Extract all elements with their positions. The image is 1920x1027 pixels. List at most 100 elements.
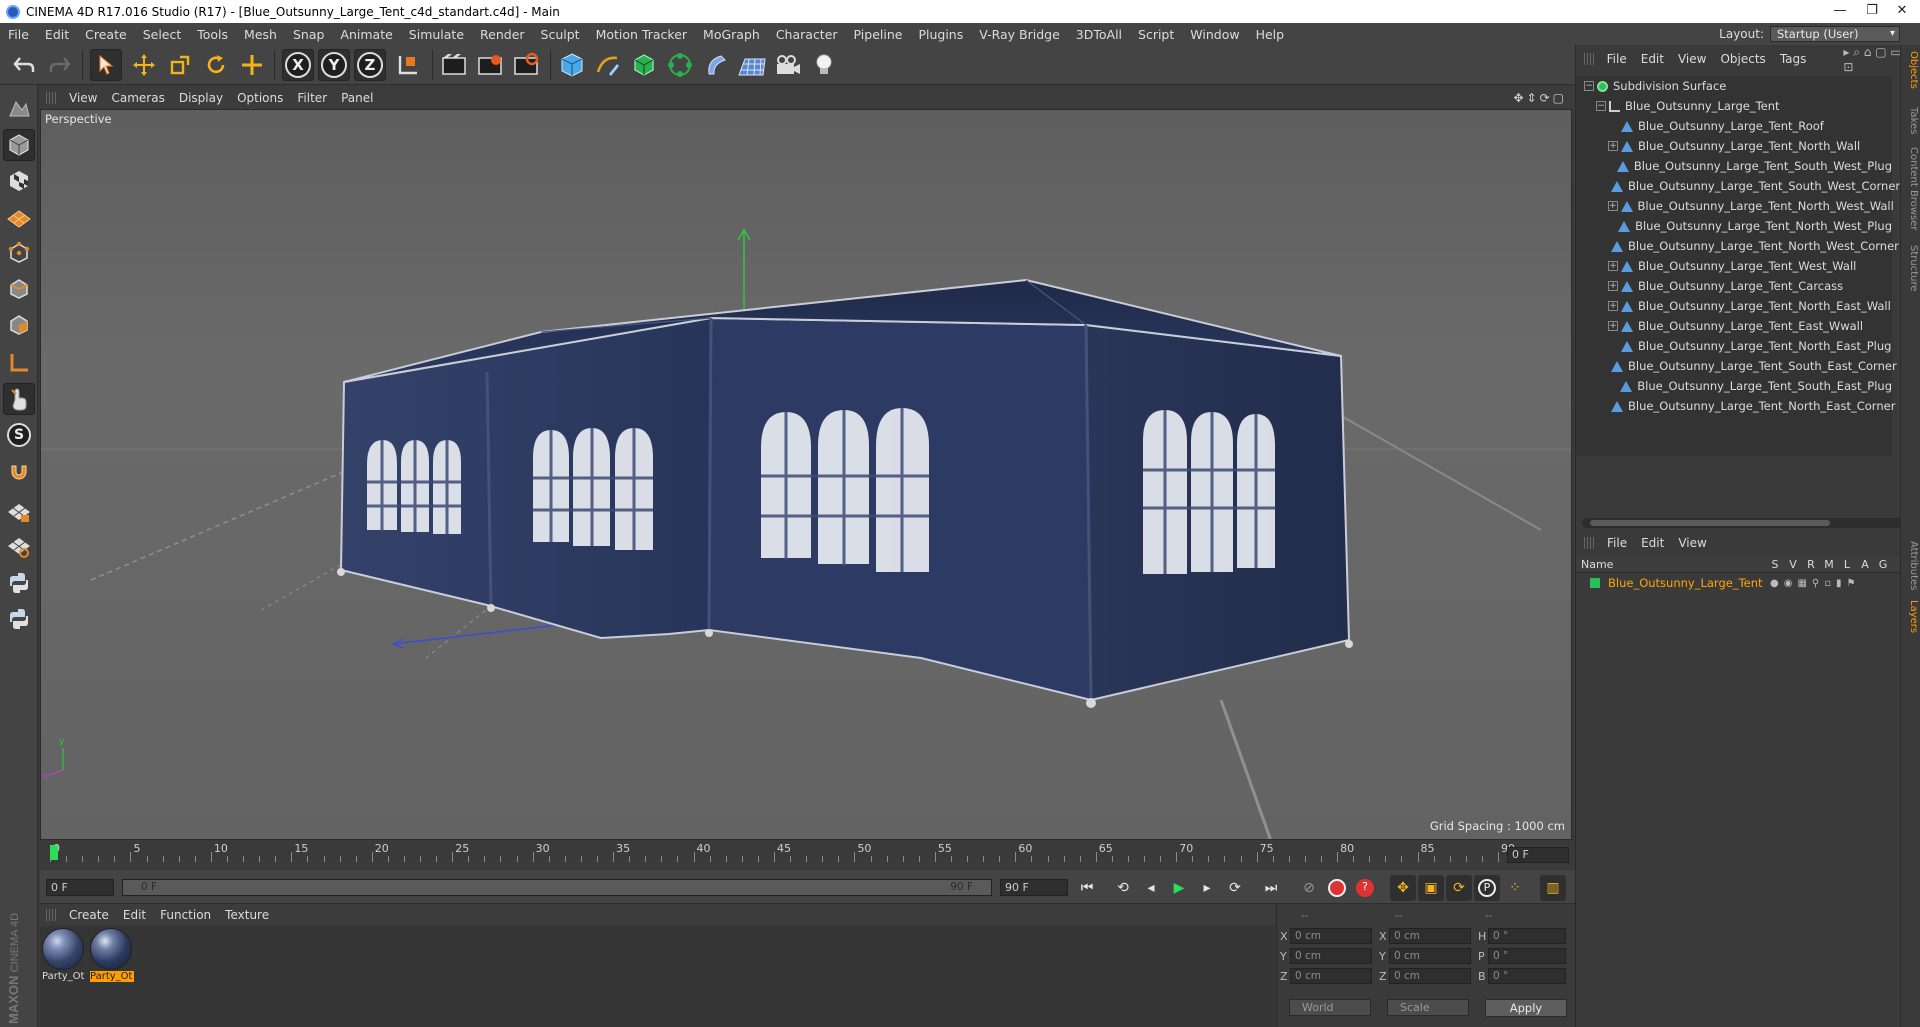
tree-expander-icon[interactable]: + — [1608, 301, 1618, 311]
material-menu-edit[interactable]: Edit — [116, 908, 153, 922]
objects-menu-file[interactable]: File — [1600, 52, 1634, 66]
tree-expander-icon[interactable]: − — [1584, 81, 1594, 91]
tree-expander-icon[interactable]: − — [1596, 101, 1606, 111]
polygons-mode-icon[interactable] — [3, 309, 35, 341]
rotation-p-field[interactable]: 0 ° — [1488, 948, 1566, 964]
snapping-icon[interactable]: S — [3, 419, 35, 451]
make-editable-icon[interactable] — [3, 93, 35, 125]
python-console-icon[interactable] — [3, 603, 35, 635]
object-tree-row[interactable]: + Blue_Outsunny_Large_Tent_North_East_Wal… — [1576, 296, 1913, 316]
menu-script[interactable]: Script — [1130, 27, 1182, 42]
coordinate-mode-select[interactable]: World — [1289, 999, 1371, 1016]
select-arrow-icon[interactable] — [90, 49, 122, 81]
tab-takes[interactable]: Takes — [1903, 107, 1919, 134]
object-tree-row[interactable]: Blue_Outsunny_Large_Tent_North_West_Corn… — [1576, 236, 1913, 256]
object-tree-row[interactable]: − Blue_Outsunny_Large_Tent — [1576, 96, 1913, 116]
key-position-icon[interactable]: ✥ — [1390, 875, 1416, 901]
menu-render[interactable]: Render — [472, 27, 533, 42]
viewport-menu-panel[interactable]: Panel — [334, 91, 380, 105]
viewport-menu-options[interactable]: Options — [230, 91, 290, 105]
viewport-menu-display[interactable]: Display — [172, 91, 230, 105]
object-tree-row[interactable]: + Blue_Outsunny_Large_Tent_East_Wwall — [1576, 316, 1913, 336]
menu-sculpt[interactable]: Sculpt — [533, 27, 588, 42]
menu-window[interactable]: Window — [1182, 27, 1247, 42]
layout-select[interactable]: Startup (User) — [1770, 26, 1900, 42]
menu-pipeline[interactable]: Pipeline — [846, 27, 911, 42]
menu-create[interactable]: Create — [77, 27, 135, 42]
go-to-start-icon[interactable]: ⏮ — [1074, 875, 1100, 901]
planar-workplane-icon[interactable] — [3, 531, 35, 563]
menu-3dtoall[interactable]: 3DToAll — [1068, 27, 1130, 42]
menu-help[interactable]: Help — [1248, 27, 1293, 42]
spline-pen-icon[interactable] — [592, 49, 624, 81]
tab-structure[interactable]: Structure — [1903, 245, 1919, 292]
object-tree-row[interactable]: Blue_Outsunny_Large_Tent_South_East_Plug — [1576, 376, 1913, 396]
axis-z-lock-button[interactable]: Z — [354, 49, 386, 81]
render-view-icon[interactable] — [438, 49, 470, 81]
position-y-field[interactable]: 0 cm — [1290, 948, 1372, 964]
apply-button[interactable]: Apply — [1485, 999, 1567, 1017]
locked-workplane-icon[interactable] — [3, 495, 35, 527]
menu-file[interactable]: File — [0, 27, 37, 42]
tree-expander-icon[interactable]: + — [1608, 321, 1618, 331]
timeline-window-icon[interactable]: ▥ — [1540, 875, 1566, 901]
position-z-field[interactable]: 0 cm — [1290, 968, 1372, 984]
size-x-field[interactable]: 0 cm — [1389, 928, 1471, 944]
menu-motion-tracker[interactable]: Motion Tracker — [588, 27, 695, 42]
menu-animate[interactable]: Animate — [332, 27, 400, 42]
edit-render-settings-icon[interactable] — [510, 49, 542, 81]
frame-range-slider[interactable]: 0 F 90 F — [122, 879, 992, 896]
tab-objects[interactable]: Objects — [1903, 51, 1919, 89]
object-tree-row[interactable]: Blue_Outsunny_Large_Tent_North_West_Plug — [1576, 216, 1913, 236]
menu-mesh[interactable]: Mesh — [236, 27, 285, 42]
material-menu-texture[interactable]: Texture — [218, 908, 276, 922]
object-tree-row[interactable]: + Blue_Outsunny_Large_Tent_Carcass — [1576, 276, 1913, 296]
menu-tools[interactable]: Tools — [189, 27, 236, 42]
previous-key-icon[interactable]: ⟲ — [1110, 875, 1136, 901]
layer-row[interactable]: Blue_Outsunny_Large_Tent ●◉▦⚲▫▮⚑ — [1576, 574, 1900, 592]
key-point-level-icon[interactable]: ⁘ — [1502, 875, 1528, 901]
close-button[interactable]: ✕ — [1882, 0, 1920, 23]
key-rotation-icon[interactable]: ⟳ — [1446, 875, 1472, 901]
object-tree-row[interactable]: − Subdivision Surface — [1576, 76, 1913, 96]
timeline-playhead[interactable] — [50, 845, 58, 860]
layers-menu-edit[interactable]: Edit — [1634, 536, 1671, 550]
previous-frame-icon[interactable]: ◂ — [1138, 875, 1164, 901]
subdivision-surface-icon[interactable] — [628, 49, 660, 81]
texture-mode-icon[interactable] — [3, 165, 35, 197]
camera-icon[interactable] — [772, 49, 804, 81]
tab-attributes[interactable]: Attributes — [1903, 541, 1919, 590]
start-frame-field[interactable]: 0 F — [46, 879, 114, 896]
material-menu-create[interactable]: Create — [62, 908, 116, 922]
object-tree-row[interactable]: Blue_Outsunny_Large_Tent_South_East_Corn… — [1576, 356, 1913, 376]
objects-menu-objects[interactable]: Objects — [1713, 52, 1772, 66]
menu-edit[interactable]: Edit — [37, 27, 77, 42]
deformer-bend-icon[interactable] — [700, 49, 732, 81]
layers-menu-file[interactable]: File — [1600, 536, 1634, 550]
axis-y-lock-button[interactable]: Y — [318, 49, 350, 81]
scale-icon[interactable] — [164, 49, 196, 81]
viewport-nav-icons[interactable]: ✥⇕⟳▢ — [1513, 91, 1567, 105]
size-z-field[interactable]: 0 cm — [1389, 968, 1471, 984]
objects-menu-tags[interactable]: Tags — [1773, 52, 1814, 66]
tab-content-browser[interactable]: Content Browser — [1903, 147, 1919, 230]
object-tree-row[interactable]: + Blue_Outsunny_Large_Tent_North_Wall — [1576, 136, 1913, 156]
key-scale-icon[interactable]: ▣ — [1418, 875, 1444, 901]
model-mode-icon[interactable] — [3, 129, 35, 161]
tree-expander-icon[interactable]: + — [1608, 261, 1618, 271]
current-frame-field[interactable]: 0 F — [1507, 847, 1569, 863]
next-key-icon[interactable]: ⟳ — [1222, 875, 1248, 901]
object-tree-row[interactable]: Blue_Outsunny_Large_Tent_Roof — [1576, 116, 1913, 136]
autokey-icon[interactable]: ? — [1352, 875, 1378, 901]
rotate-icon[interactable] — [200, 49, 232, 81]
timeline-ruler[interactable]: 051015202530354045505560657075808590 0 F — [40, 840, 1575, 870]
tweak-mode-icon[interactable] — [3, 383, 35, 415]
menu-vray-bridge[interactable]: V-Ray Bridge — [971, 27, 1068, 42]
menu-simulate[interactable]: Simulate — [401, 27, 472, 42]
material-swatch-selected[interactable]: Party_Ot — [90, 928, 134, 990]
position-x-field[interactable]: 0 cm — [1290, 928, 1372, 944]
redo-icon[interactable] — [44, 49, 76, 81]
key-parameter-icon[interactable]: P — [1474, 875, 1500, 901]
rotation-h-field[interactable]: 0 ° — [1488, 928, 1566, 944]
object-tree-row[interactable]: Blue_Outsunny_Large_Tent_South_West_Plug — [1576, 156, 1913, 176]
